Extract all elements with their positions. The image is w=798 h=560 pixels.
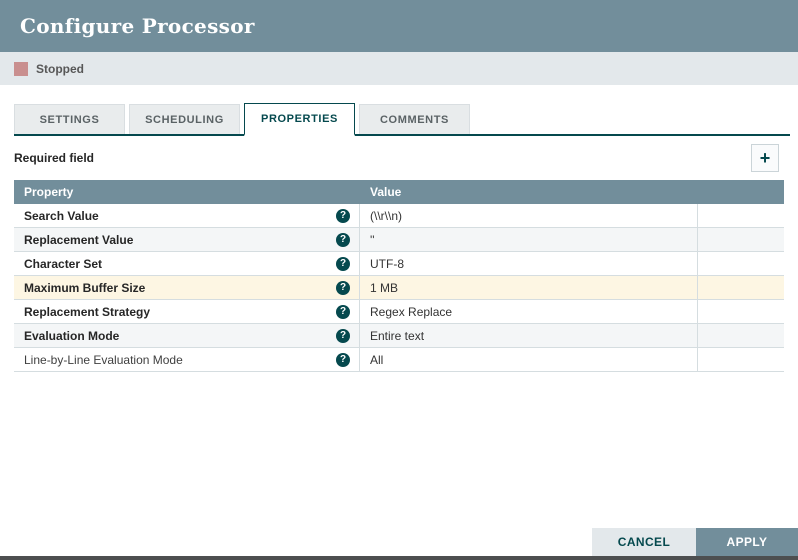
row-actions — [698, 348, 784, 371]
row-actions — [698, 300, 784, 323]
tab-comments[interactable]: COMMENTS — [359, 104, 470, 134]
property-name: Character Set — [24, 256, 103, 271]
apply-button[interactable]: APPLY — [696, 528, 798, 556]
help-icon[interactable]: ? — [336, 352, 350, 367]
row-actions — [698, 228, 784, 251]
status-label: Stopped — [36, 61, 84, 76]
column-header-value: Value — [370, 185, 402, 199]
tab-properties[interactable]: PROPERTIES — [244, 103, 355, 136]
property-value[interactable]: '' — [360, 228, 698, 251]
property-value[interactable]: 1 MB — [360, 276, 698, 299]
dialog-footer: CANCEL APPLY — [592, 528, 798, 556]
dialog-header: Configure Processor — [0, 0, 798, 52]
table-row[interactable]: Line-by-Line Evaluation Mode ? All — [14, 348, 784, 372]
property-value[interactable]: (\\r\\n) — [360, 204, 698, 227]
property-value[interactable]: UTF-8 — [360, 252, 698, 275]
stopped-status-icon — [14, 61, 28, 76]
table-row[interactable]: Replacement Value ? '' — [14, 228, 784, 252]
status-bar: Stopped — [0, 52, 798, 85]
property-value[interactable]: Regex Replace — [360, 300, 698, 323]
column-header-property: Property — [24, 185, 74, 199]
tab-settings[interactable]: SETTINGS — [14, 104, 125, 134]
tab-bar: SETTINGS SCHEDULING PROPERTIES COMMENTS — [14, 103, 790, 136]
table-row[interactable]: Search Value ? (\\r\\n) — [14, 204, 784, 228]
property-name: Search Value — [24, 208, 99, 223]
help-icon[interactable]: ? — [336, 232, 350, 247]
property-value[interactable]: Entire text — [360, 324, 698, 347]
required-field-label: Required field — [14, 151, 95, 165]
property-value[interactable]: All — [360, 348, 698, 371]
row-actions — [698, 252, 784, 275]
table-row[interactable]: Character Set ? UTF-8 — [14, 252, 784, 276]
help-icon[interactable]: ? — [336, 280, 350, 295]
help-icon[interactable]: ? — [336, 328, 350, 343]
cancel-button[interactable]: CANCEL — [592, 528, 696, 556]
help-icon[interactable]: ? — [336, 304, 350, 319]
table-header: Property Value — [14, 180, 784, 204]
table-row[interactable]: Evaluation Mode ? Entire text — [14, 324, 784, 348]
row-actions — [698, 324, 784, 347]
property-name: Maximum Buffer Size — [24, 280, 146, 295]
dialog-title: Configure Processor — [20, 14, 255, 38]
canvas-edge — [0, 556, 798, 560]
table-row[interactable]: Maximum Buffer Size ? 1 MB — [14, 276, 784, 300]
configure-processor-dialog: Configure Processor Stopped SETTINGS SCH… — [0, 0, 798, 560]
tab-scheduling[interactable]: SCHEDULING — [129, 104, 240, 134]
row-actions — [698, 276, 784, 299]
help-icon[interactable]: ? — [336, 256, 350, 271]
properties-table: Property Value Search Value ? (\\r\\n) R… — [14, 180, 784, 372]
properties-toolbar: Required field + — [0, 136, 798, 180]
help-icon[interactable]: ? — [336, 208, 350, 223]
plus-icon: + — [759, 148, 771, 168]
property-name: Replacement Strategy — [24, 304, 151, 319]
row-actions — [698, 204, 784, 227]
table-row[interactable]: Replacement Strategy ? Regex Replace — [14, 300, 784, 324]
property-name: Line-by-Line Evaluation Mode — [24, 352, 183, 367]
property-name: Replacement Value — [24, 232, 134, 247]
add-property-button[interactable]: + — [751, 144, 779, 172]
property-name: Evaluation Mode — [24, 328, 120, 343]
